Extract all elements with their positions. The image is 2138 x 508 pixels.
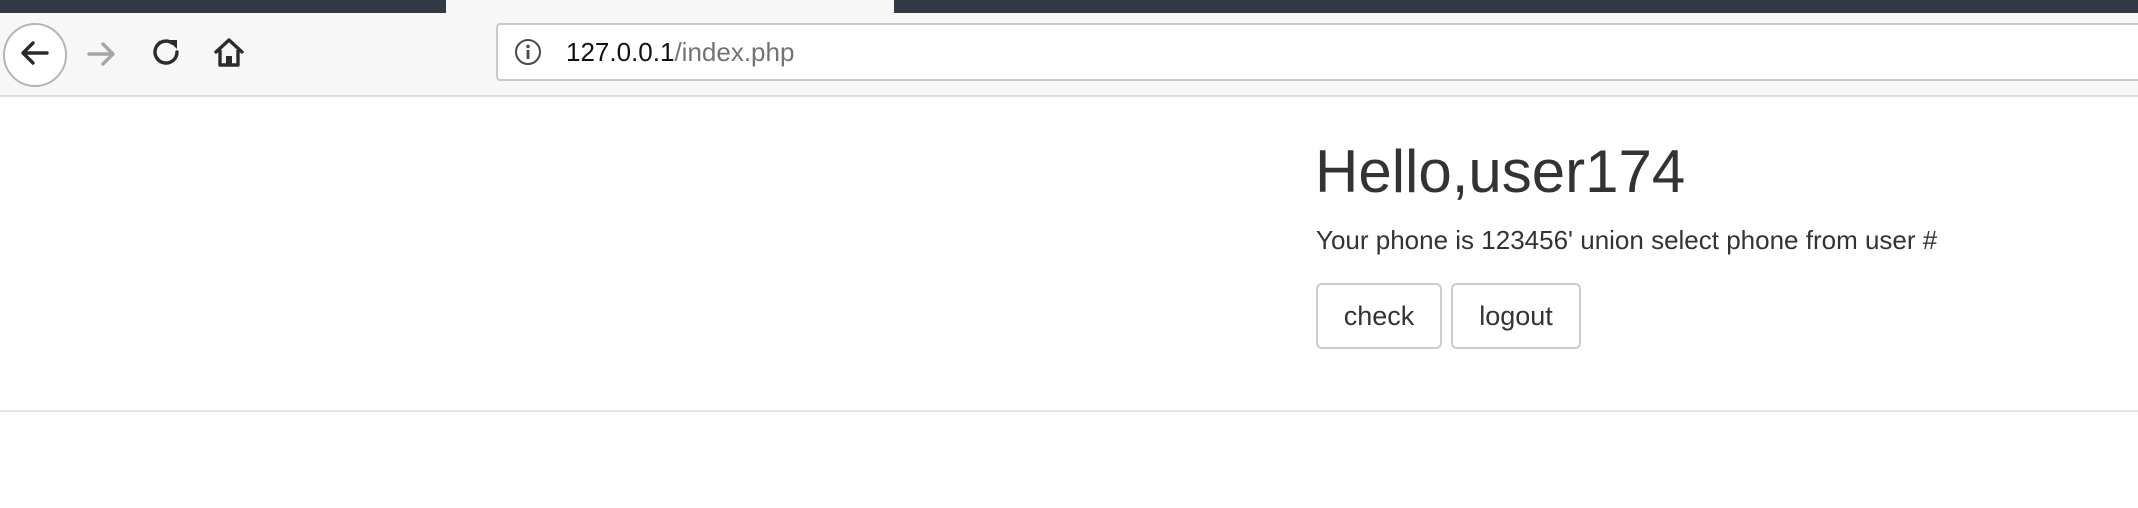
home-button[interactable] <box>205 31 253 79</box>
arrow-left-icon <box>18 36 52 75</box>
url-host: 127.0.0.1 <box>566 36 675 67</box>
address-bar[interactable]: 127.0.0.1/index.php <box>496 23 2138 81</box>
logout-button[interactable]: logout <box>1451 283 1581 349</box>
reload-icon <box>150 36 184 75</box>
horizontal-divider <box>0 410 2138 412</box>
forward-button[interactable] <box>78 33 124 79</box>
arrow-right-icon <box>84 37 118 76</box>
home-icon <box>212 36 246 75</box>
url-text: 127.0.0.1/index.php <box>566 37 794 68</box>
reload-button[interactable] <box>143 31 191 79</box>
url-path: /index.php <box>674 36 795 67</box>
tab-strip <box>0 0 2138 13</box>
phone-info-text: Your phone is 123456' union select phone… <box>1316 225 1938 255</box>
back-button[interactable] <box>3 23 67 87</box>
browser-toolbar: 127.0.0.1/index.php <box>0 13 2138 97</box>
greeting-heading: Hello,user174 <box>1315 138 1686 205</box>
page-content: Hello,user174 Your phone is 123456' unio… <box>0 97 2138 508</box>
check-button[interactable]: check <box>1316 283 1442 349</box>
info-icon[interactable] <box>514 38 542 66</box>
active-tab[interactable] <box>446 0 894 13</box>
